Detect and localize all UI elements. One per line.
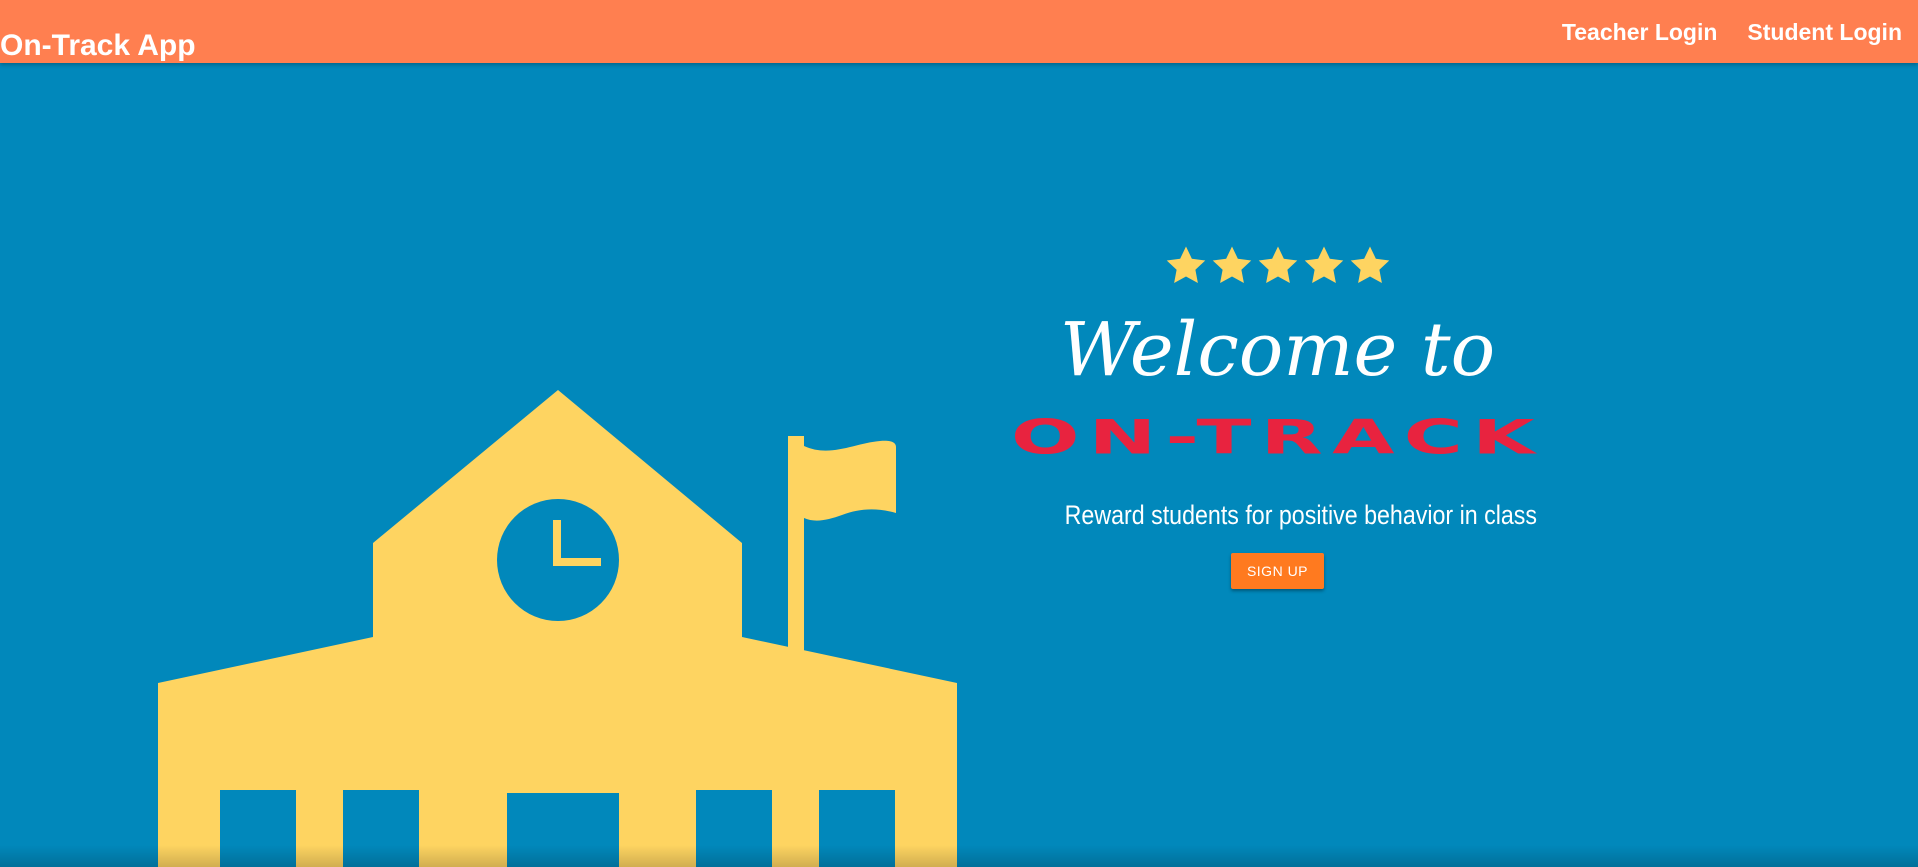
brand-link[interactable]: On-Track App	[0, 26, 196, 66]
hero-tagline: Reward students for positive behavior in…	[1064, 500, 1538, 530]
bottom-shadow	[0, 845, 1918, 867]
on-track-wordmark: ON-TRACK	[1010, 411, 1545, 465]
star-icon	[1258, 246, 1297, 284]
nav-links: Teacher Login Student Login	[1562, 14, 1902, 50]
student-login-link[interactable]: Student Login	[1747, 14, 1902, 50]
school-building-icon	[158, 390, 957, 867]
hero-content: Welcome to ON-TRACK Reward students for …	[1011, 243, 1538, 589]
hero-section: Welcome to ON-TRACK Reward students for …	[0, 63, 1918, 867]
flag-pole	[788, 436, 804, 651]
star-icon	[1166, 246, 1205, 284]
star-icon	[1304, 246, 1343, 284]
navbar: On-Track App Teacher Login Student Login	[0, 0, 1918, 63]
star-icon	[1212, 246, 1251, 284]
flag-icon	[804, 440, 896, 521]
star-icon	[1350, 246, 1389, 284]
clock-icon	[497, 499, 619, 621]
teacher-login-link[interactable]: Teacher Login	[1562, 14, 1718, 50]
welcome-heading: Welcome to	[1059, 307, 1496, 393]
sign-up-button[interactable]: SIGN UP	[1230, 553, 1325, 589]
rating-stars	[1030, 243, 1525, 295]
